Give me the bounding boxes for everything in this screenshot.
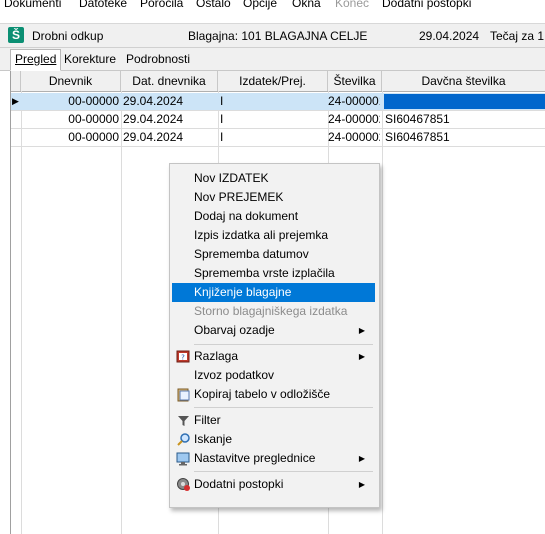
menu-item-label: Nastavitve preglednice [194, 451, 316, 465]
menu-item-sprememba-vrste[interactable]: Sprememba vrste izplačila [172, 264, 375, 283]
submenu-arrow-icon: ▶ [358, 480, 365, 489]
menu-item-label: Nov IZDATEK [194, 171, 269, 185]
cell-izdatek[interactable]: I [220, 111, 326, 128]
cell-davcna[interactable]: SI60467851 [385, 129, 545, 146]
menu-item-filter[interactable]: Filter [172, 411, 375, 430]
menu-item-label: Sprememba vrste izplačila [194, 266, 335, 280]
grid-settings-icon [176, 451, 191, 466]
tab-korekture[interactable]: Korekture [60, 50, 120, 68]
grid-line [382, 91, 383, 534]
menu-item-label: Dodatni postopki [194, 477, 284, 491]
cell-dnevnik[interactable]: 00-00000 [21, 129, 119, 146]
cell-datum[interactable]: 29.04.2024 [123, 93, 217, 110]
menu-porocila[interactable]: Poročila [140, 0, 183, 11]
menu-dodatni-postopki[interactable]: Dodatni postopki [382, 0, 471, 11]
tab-pregled[interactable]: Pregled [10, 49, 62, 71]
menu-item-label: Iskanje [194, 432, 233, 446]
tab-podrobnosti[interactable]: Podrobnosti [122, 50, 194, 68]
menu-item-label: Sprememba datumov [194, 247, 309, 261]
menu-datoteke[interactable]: Datoteke [79, 0, 127, 11]
tab-podrobnosti-label: Podrobnosti [126, 52, 191, 66]
cell-dnevnik[interactable]: 00-00000 [21, 93, 119, 110]
menu-item-dodaj-na-dokument[interactable]: Dodaj na dokument [172, 207, 375, 226]
submenu-arrow-icon: ▶ [358, 352, 365, 361]
menu-item-iskanje[interactable]: Iskanje [172, 430, 375, 449]
gear-icon [176, 477, 191, 492]
cell-dnevnik[interactable]: 00-00000 [21, 111, 119, 128]
header-davcna-stevilka[interactable]: Davčna številka [382, 71, 545, 91]
menu-bar: Dokumenti Datoteke Poročila Ostalo Opcij… [0, 0, 545, 12]
menu-item-label: Filter [194, 413, 221, 427]
menu-item-storno: Storno blagajniškega izdatka [172, 302, 375, 321]
menu-item-nov-prejemek[interactable]: Nov PREJEMEK [172, 188, 375, 207]
date-label: 29.04.2024 [419, 29, 480, 43]
cell-datum[interactable]: 29.04.2024 [123, 111, 217, 128]
tecaj-label: Tečaj za 1: [490, 29, 545, 43]
cell-stevilka[interactable]: 24-000002 [328, 111, 380, 128]
window-title: Drobni odkup [32, 29, 104, 43]
row-indicator-icon: ▶ [12, 96, 19, 106]
blagajna-label: Blagajna: 101 BLAGAJNA CELJE [188, 29, 368, 43]
menu-item-label: Izvoz podatkov [194, 368, 275, 382]
clipboard-icon [176, 387, 191, 402]
cell-stevilka[interactable]: 24-000002 [328, 129, 380, 146]
menu-item-kopiraj-tabelo[interactable]: Kopiraj tabelo v odložišče [172, 385, 375, 404]
menu-item-label: Kopiraj tabelo v odložišče [194, 387, 331, 401]
menu-okna[interactable]: Okna [292, 0, 321, 11]
tab-pregled-label: Pregled [15, 52, 57, 66]
menu-opcije[interactable]: Opcije [243, 0, 277, 11]
menu-item-sprememba-datumov[interactable]: Sprememba datumov [172, 245, 375, 264]
grid-line [21, 91, 22, 534]
table-row[interactable]: ▶ 00-00000 29.04.2024 I 24-000001 [11, 93, 545, 111]
search-icon [176, 432, 191, 447]
cell-datum[interactable]: 29.04.2024 [123, 129, 217, 146]
menu-item-nastavitve-preglednice[interactable]: Nastavitve preglednice ▶ [172, 449, 375, 468]
context-menu: Nov IZDATEK Nov PREJEMEK Dodaj na dokume… [169, 163, 380, 508]
menu-item-dodatni-postopki[interactable]: Dodatni postopki ▶ [172, 475, 375, 494]
menu-dokumenti[interactable]: Dokumenti [4, 0, 61, 11]
cell-stevilka[interactable]: 24-000001 [328, 93, 380, 110]
menu-item-label: Razlaga [194, 349, 239, 363]
window-title-bar: Š Drobni odkup Blagajna: 101 BLAGAJNA CE… [0, 23, 545, 48]
header-dnevnik[interactable]: Dnevnik [21, 71, 121, 91]
menu-ostalo[interactable]: Ostalo [196, 0, 231, 11]
submenu-arrow-icon: ▶ [358, 326, 365, 335]
submenu-arrow-icon: ▶ [358, 454, 365, 463]
menu-separator [194, 471, 373, 472]
header-indicator [11, 71, 21, 91]
menu-item-nov-izdatek[interactable]: Nov IZDATEK [172, 169, 375, 188]
menu-separator [194, 344, 373, 345]
cell-davcna-edit[interactable] [384, 94, 545, 109]
menu-separator [194, 407, 373, 408]
tab-korekture-label: Korekture [64, 52, 117, 66]
menu-item-label: Izpis izdatka ali prejemka [194, 228, 329, 242]
menu-item-knjizenje-blagajne[interactable]: Knjiženje blagajne [172, 283, 375, 302]
tab-strip: Pregled Korekture Podrobnosti [0, 48, 545, 71]
menu-konec: Konec [335, 0, 370, 10]
menu-item-label: Obarvaj ozadje [194, 323, 275, 337]
filter-icon [176, 413, 191, 428]
table-row[interactable]: 00-00000 29.04.2024 I 24-000002 SI604678… [11, 111, 545, 129]
menu-item-obarvaj-ozadje[interactable]: Obarvaj ozadje ▶ [172, 321, 375, 340]
menu-item-razlaga[interactable]: ? Razlaga ▶ [172, 347, 375, 366]
cell-davcna[interactable]: SI60467851 [385, 111, 545, 128]
header-stevilka[interactable]: Številka [328, 71, 382, 91]
grid-header: Dnevnik Dat. dnevnika Izdatek/Prej. Štev… [11, 71, 545, 92]
menu-item-label: Nov PREJEMEK [194, 190, 284, 204]
menu-item-label: Dodaj na dokument [194, 209, 299, 223]
menu-item-izpis[interactable]: Izpis izdatka ali prejemka [172, 226, 375, 245]
help-book-icon: ? [176, 349, 191, 364]
cell-izdatek[interactable]: I [220, 129, 326, 146]
menu-item-izvoz-podatkov[interactable]: Izvoz podatkov [172, 366, 375, 385]
menu-item-label: Storno blagajniškega izdatka [194, 304, 348, 318]
cell-izdatek[interactable]: I [220, 93, 326, 110]
grid-line [121, 91, 122, 534]
header-izdatek-prej[interactable]: Izdatek/Prej. [218, 71, 328, 91]
table-row[interactable]: 00-00000 29.04.2024 I 24-000002 SI604678… [11, 129, 545, 147]
app-icon: Š [8, 27, 24, 43]
header-dat-dnevnika[interactable]: Dat. dnevnika [121, 71, 218, 91]
menu-item-label: Knjiženje blagajne [194, 285, 292, 299]
svg-text:?: ? [181, 354, 185, 362]
